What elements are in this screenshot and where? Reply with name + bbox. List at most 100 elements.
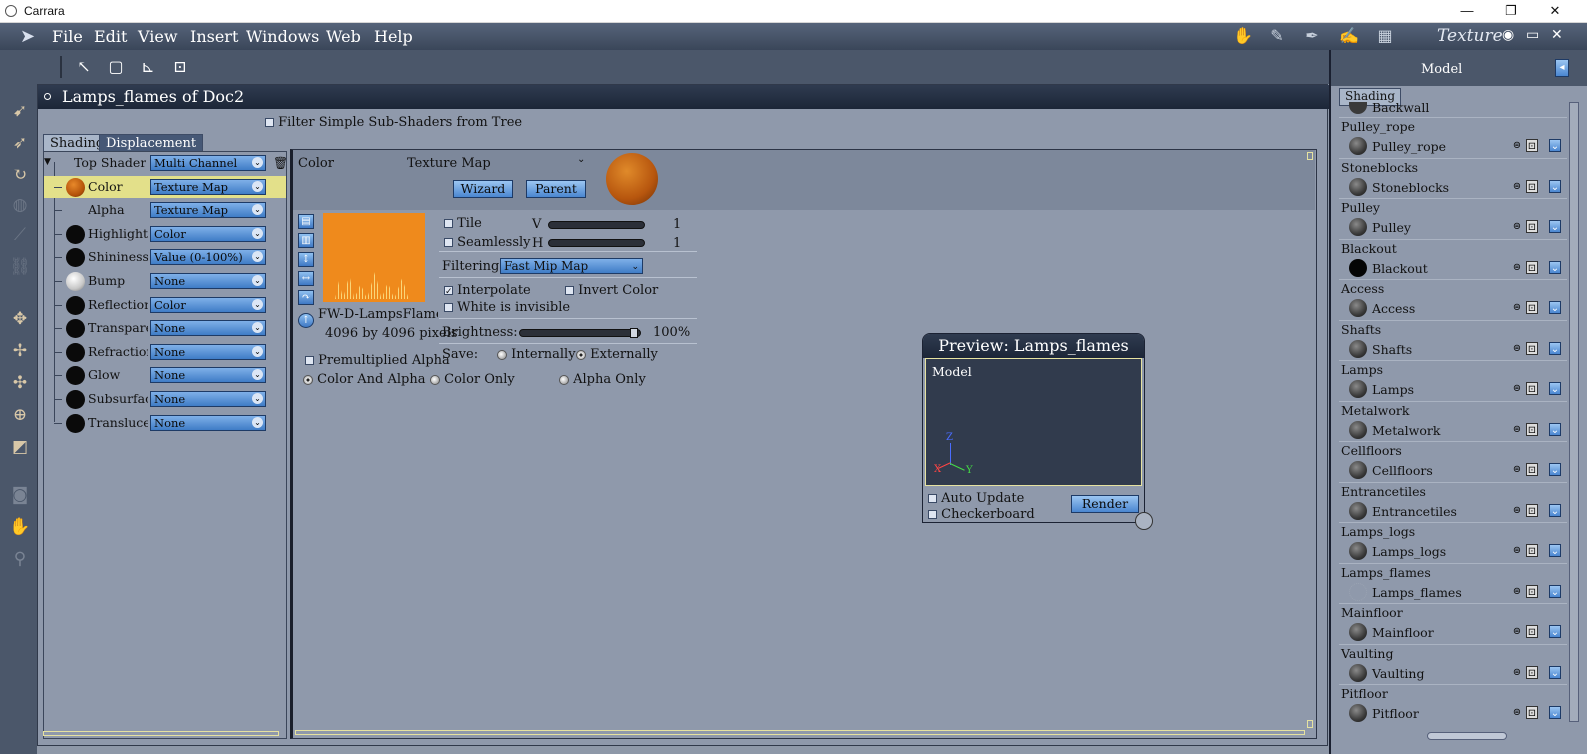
list-item-select-icon[interactable]: ⊡ [1526,179,1538,193]
checkerboard-option[interactable]: Checkerboard [928,507,1035,522]
tree-horizontal-scrollbar[interactable] [43,731,279,736]
model-room-icon[interactable]: ✎ [1266,25,1288,47]
seamlessly-checkbox[interactable] [444,238,453,247]
list-item-select-icon[interactable]: ⊡ [1526,341,1538,355]
list-item-select-icon[interactable]: ⊡ [1526,139,1538,152]
list-item-options-icon[interactable]: ⊜ [1511,544,1523,557]
info-icon[interactable]: ↑ [298,313,314,328]
list-item-menu-icon[interactable]: ⌄ [1549,341,1561,355]
rotate-tool-icon[interactable]: ↻ [7,162,33,188]
shader-type-select[interactable]: Value (0-100%) ⌄ [150,249,266,266]
render-room-icon[interactable]: ▦ [1374,25,1396,47]
menu-help[interactable]: Help [374,27,413,46]
filtering-select[interactable]: Fast Mip Map ⌄ [500,258,643,274]
zoom-icon[interactable]: ⚲ [7,546,33,572]
select-arrow-icon[interactable]: ↖ [72,55,96,79]
list-item-select-icon[interactable]: ⊡ [1526,382,1538,395]
auto-update-option[interactable]: Auto Update [928,491,1024,506]
open-file-icon[interactable]: ▤ [298,214,314,229]
list-item-options-icon[interactable]: ⊜ [1511,504,1523,517]
list-item-options-icon[interactable]: ⊜ [1511,342,1523,355]
shader-type-select[interactable]: Texture Map ⌄ [150,178,266,195]
list-item[interactable]: Vaulting Vaulting ⊜ ⊡ ⌄ [1339,643,1567,685]
shader-type-select[interactable]: None ⌄ [150,273,266,289]
color-only-radio[interactable] [430,374,440,385]
list-item[interactable]: Lamps Lamps ⊜ ⊡ ⌄ [1339,360,1567,401]
sphere-tool-icon[interactable]: ◍ [7,192,33,218]
shader-type-select[interactable]: None ⌄ [150,343,266,360]
tab-displacement[interactable]: Displacement [99,134,204,152]
filter-simple-subshaders-option[interactable]: Filter Simple Sub-Shaders from Tree [265,115,522,130]
list-item-select-icon[interactable]: ⊡ [1526,422,1538,436]
list-item-select-icon[interactable]: ⊡ [1526,503,1538,517]
save-internally-option[interactable]: Internally [497,347,576,362]
list-item-options-icon[interactable]: ⊜ [1511,463,1523,476]
filter-checkbox[interactable] [265,118,274,127]
tree-row-alpha[interactable]: Alpha Texture Map ⌄ [44,199,286,221]
seamlessly-option[interactable]: Seamlessly [444,235,531,250]
menu-insert[interactable]: Insert [190,27,238,46]
tile-checkbox[interactable] [444,219,453,228]
invert-color-option[interactable]: Invert Color [565,283,658,298]
list-item-select-icon[interactable]: ⊡ [1526,665,1538,679]
tree-row-reflection[interactable]: Reflection Color ⌄ [44,294,286,316]
list-item[interactable]: Pulley Pulley ⊜ ⊡ ⌄ [1339,198,1567,239]
checkerboard-checkbox[interactable] [928,510,937,519]
list-item-select-icon[interactable]: ⊡ [1526,584,1538,598]
tree-row-top-shader[interactable]: ▼ Top Shader Multi Channel ⌄ [44,152,286,174]
list-item-select-icon[interactable]: ⊡ [1526,625,1538,638]
list-item-menu-icon[interactable]: ⌄ [1549,220,1561,233]
list-item-options-icon[interactable]: ⊜ [1511,220,1523,233]
list-item-options-icon[interactable]: ⊜ [1511,382,1523,395]
list-item-select-icon[interactable]: ⊡ [1526,544,1538,557]
tree-row-bump[interactable]: Bump None ⌄ [44,270,286,292]
list-item[interactable]: Access Access ⊜ ⊡ ⌄ [1339,279,1567,320]
menu-web[interactable]: Web [326,27,361,46]
pointer-tool-icon[interactable]: ➶ [7,130,33,156]
hand-pan-icon[interactable]: ✋ [7,514,33,540]
shader-type-select[interactable]: Texture Map ⌄ [150,202,266,219]
list-item-menu-icon[interactable]: ⌄ [1549,584,1561,598]
horizontal-scrollbar[interactable] [295,730,1305,735]
list-item[interactable]: Cellfloors Cellfloors ⊜ ⊡ ⌄ [1339,441,1567,482]
list-item-options-icon[interactable]: ⊜ [1511,706,1523,719]
list-item-menu-icon[interactable]: ⌄ [1549,382,1561,395]
list-item[interactable]: Entrancetiles Entrancetiles ⊜ ⊡ ⌄ [1339,481,1567,523]
selection-tool-icon[interactable]: ➹ [7,98,33,124]
close-room-icon[interactable]: ✕ [1551,27,1563,43]
brightness-slider[interactable] [519,328,641,338]
list-item[interactable]: Pulley_rope Pulley_rope ⊜ ⊡ ⌄ [1339,117,1567,158]
interpolate-option[interactable]: Interpolate [444,283,531,298]
list-item-menu-icon[interactable]: ⌄ [1549,139,1561,152]
list-item-menu-icon[interactable]: ⌄ [1549,503,1561,517]
trash-icon[interactable]: 🗑 [273,156,288,170]
list-item-menu-icon[interactable]: ⌄ [1549,260,1561,274]
assemble-room-icon[interactable]: ✋ [1232,25,1254,47]
shader-type-select[interactable]: Multi Channel ⌄ [150,155,266,171]
eye-icon[interactable]: ◉ [1502,27,1514,43]
list-item-select-icon[interactable]: ⊡ [1526,260,1538,274]
wizard-button[interactable]: Wizard [453,180,513,198]
save-externally-option[interactable]: Externally [576,347,658,362]
tree-row-transparenc[interactable]: Transparenc None ⌄ [44,317,286,339]
flip-vertical-icon[interactable]: ↕ [298,252,314,267]
texture-cube-icon[interactable]: ◩ [7,434,33,460]
list-item-options-icon[interactable]: ⊜ [1511,180,1523,193]
v-slider[interactable] [548,221,645,229]
list-item-options-icon[interactable]: ⊜ [1511,301,1523,314]
list-item-menu-icon[interactable]: ⌄ [1549,422,1561,436]
shader-type-select[interactable]: Color ⌄ [150,225,266,242]
list-item[interactable]: Metalwork Metalwork ⊜ ⊡ ⌄ [1339,400,1567,442]
shader-type-select[interactable]: None ⌄ [150,414,266,431]
list-item-menu-icon[interactable]: ⌄ [1549,625,1561,638]
list-item[interactable]: Mainfloor Mainfloor ⊜ ⊡ ⌄ [1339,603,1567,644]
list-item-select-icon[interactable]: ⊡ [1526,706,1538,719]
invert-color-checkbox[interactable] [565,286,574,295]
list-item-menu-icon[interactable]: ⌄ [1549,301,1561,314]
list-item-menu-icon[interactable]: ⌄ [1549,706,1561,719]
white-invisible-option[interactable]: White is invisible [444,300,570,315]
list-item-options-icon[interactable]: ⊜ [1511,139,1523,152]
flip-horizontal-icon[interactable]: ↔ [298,271,314,286]
texture-room-icon[interactable]: ✍ [1338,25,1360,47]
link-tool-icon[interactable]: ⛓ [7,254,33,280]
